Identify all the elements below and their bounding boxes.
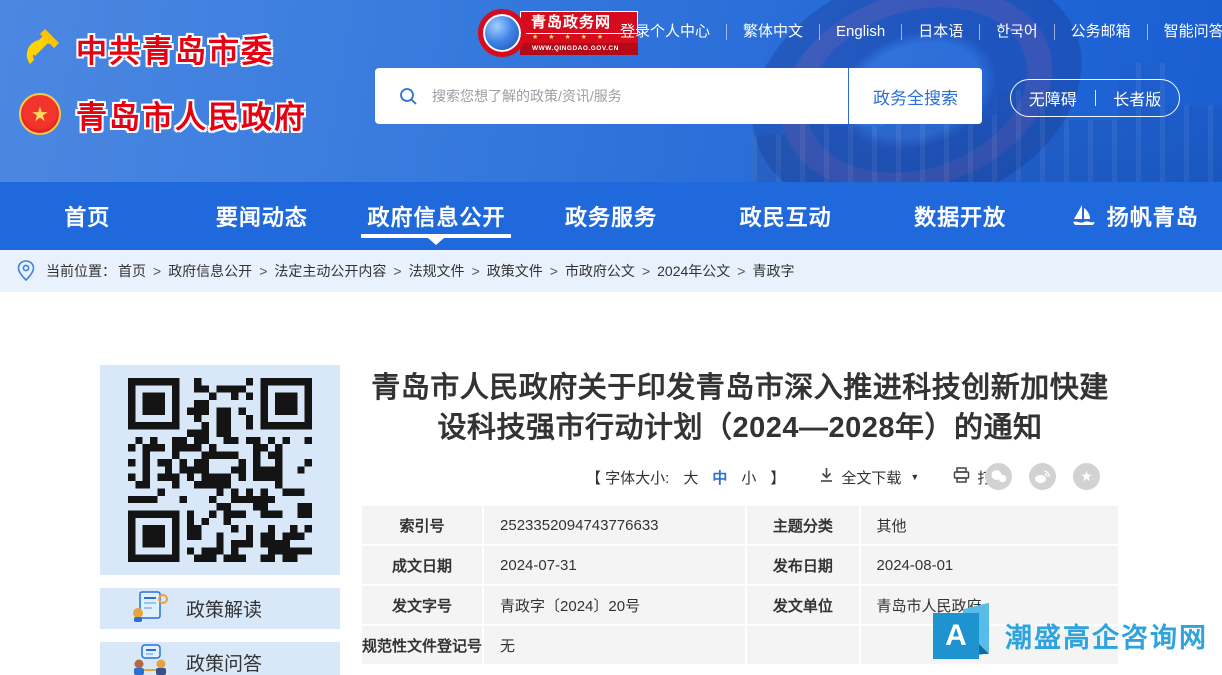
page: 中共青岛市委 ★ 青岛市人民政府 青岛政务网 ★ ★ ★ ★ ★ WWW.QIN… <box>0 0 1222 675</box>
government-row: ★ 青岛市人民政府 <box>18 88 307 140</box>
party-committee-row: 中共青岛市委 <box>18 22 307 74</box>
share-buttons: ★ <box>985 463 1100 490</box>
government-title: 青岛市人民政府 <box>76 92 307 137</box>
breadcrumb-separator: > <box>153 263 161 279</box>
nav-item-home[interactable]: 首页 <box>0 182 175 250</box>
share-wechat-icon[interactable] <box>985 463 1012 490</box>
meta-value: 2523352094743776633 <box>484 506 745 544</box>
meta-label: 成文日期 <box>362 546 482 584</box>
nav-item-public-interaction[interactable]: 政民互动 <box>698 182 873 250</box>
crumb-home[interactable]: 首页 <box>118 261 146 281</box>
font-size-control: 【 字体大小: 大 中 小 】 <box>586 467 785 488</box>
site-header: 中共青岛市委 ★ 青岛市人民政府 青岛政务网 ★ ★ ★ ★ ★ WWW.QIN… <box>0 0 1222 182</box>
meta-value: 无 <box>484 626 745 664</box>
breadcrumb-separator: > <box>737 263 745 279</box>
active-nav-underline <box>361 234 511 238</box>
crumb-regulations[interactable]: 法规文件 <box>409 261 465 281</box>
font-size-medium-button[interactable]: 中 <box>712 467 727 488</box>
policy-qa-button[interactable]: 政策问答 <box>100 642 340 675</box>
link-login-center[interactable]: 登录个人中心 <box>604 24 726 40</box>
nav-item-gov-services[interactable]: 政务服务 <box>524 182 699 250</box>
policy-interpretation-label: 政策解读 <box>186 595 262 622</box>
document-title: 青岛市人民政府关于印发青岛市深入推进科技创新加快建设科技强市行动计划（2024—… <box>360 368 1120 448</box>
accessibility-button[interactable]: 无障碍 <box>1011 86 1095 110</box>
policy-qa-label: 政策问答 <box>186 649 262 675</box>
article-toolbar: 【 字体大小: 大 中 小 】 全文下载 ▼ <box>360 462 1120 492</box>
table-row: 索引号 2523352094743776633 主题分类 其他 <box>362 506 1118 544</box>
favorite-star-icon[interactable]: ★ <box>1073 463 1100 490</box>
meta-value: 其他 <box>861 506 1118 544</box>
crumb-qingzhengzi[interactable]: 青政字 <box>752 261 794 281</box>
meta-label: 索引号 <box>362 506 482 544</box>
meta-label <box>747 626 858 664</box>
policy-interpretation-icon <box>130 589 170 629</box>
org-titles: 中共青岛市委 ★ 青岛市人民政府 <box>18 22 307 140</box>
link-korean[interactable]: 한국어 <box>979 24 1053 40</box>
breadcrumb-separator: > <box>259 263 267 279</box>
party-emblem-icon <box>18 26 62 70</box>
national-emblem-icon: ★ <box>18 92 62 136</box>
meta-label: 主题分类 <box>747 506 858 544</box>
meta-value: 青政字〔2024〕20号 <box>484 586 745 624</box>
elder-version-button[interactable]: 长者版 <box>1096 86 1180 110</box>
search-bar: 政务全搜索 <box>375 68 982 124</box>
link-smart-qa[interactable]: 智能问答 <box>1147 24 1222 40</box>
link-traditional-chinese[interactable]: 繁体中文 <box>726 24 819 40</box>
nav-item-sailing-qingdao[interactable]: 扬帆青岛 <box>1047 182 1222 250</box>
breadcrumb-separator: > <box>472 263 480 279</box>
download-icon <box>819 467 834 487</box>
main-nav: 首页 要闻动态 政府信息公开 政务服务 政民互动 数据开放 扬帆青岛 <box>0 182 1222 250</box>
nav-item-open-data[interactable]: 数据开放 <box>873 182 1048 250</box>
meta-value: 2024-08-01 <box>861 546 1118 584</box>
download-button[interactable]: 全文下载 ▼ <box>819 467 919 488</box>
location-pin-icon <box>16 259 36 283</box>
font-size-open: 【 字体大小: <box>586 467 669 488</box>
breadcrumb: 当前位置： 首页 > 政府信息公开 > 法定主动公开内容 > 法规文件 > 政策… <box>0 250 1222 292</box>
header-utility-links: 登录个人中心 繁体中文 English 日本语 한국어 公务邮箱 智能问答 <box>604 24 1222 40</box>
link-english[interactable]: English <box>819 24 901 40</box>
meta-label: 规范性文件登记号 <box>362 626 482 664</box>
meta-label: 发文单位 <box>747 586 858 624</box>
meta-label: 发布日期 <box>747 546 858 584</box>
sailboat-icon <box>1071 203 1097 229</box>
search-icon <box>399 87 418 106</box>
nav-item-gov-info-disclosure[interactable]: 政府信息公开 <box>349 182 524 250</box>
globe-icon <box>478 9 526 57</box>
link-japanese[interactable]: 日本语 <box>901 24 979 40</box>
link-official-mail[interactable]: 公务邮箱 <box>1054 24 1147 40</box>
policy-interpretation-button[interactable]: 政策解读 <box>100 588 340 629</box>
crumb-statutory-disclosure[interactable]: 法定主动公开内容 <box>274 261 386 281</box>
watermark-text: 潮盛高企咨询网 <box>1005 616 1208 655</box>
meta-label: 发文字号 <box>362 586 482 624</box>
watermark-logo-icon: A <box>933 606 991 664</box>
logo-url: WWW.QINGDAO.GOV.CN <box>520 43 638 55</box>
breadcrumb-prefix: 当前位置： <box>46 261 116 281</box>
nav-item-news[interactable]: 要闻动态 <box>175 182 350 250</box>
accessibility-pill: 无障碍 长者版 <box>1010 79 1180 117</box>
qr-code <box>100 365 340 575</box>
crumb-city-gov-documents[interactable]: 市政府公文 <box>565 261 635 281</box>
table-row: 成文日期 2024-07-31 发布日期 2024-08-01 <box>362 546 1118 584</box>
search-submit-button[interactable]: 政务全搜索 <box>848 68 982 124</box>
watermark: A 潮盛高企咨询网 <box>933 606 1208 664</box>
print-icon <box>953 467 970 487</box>
policy-qa-icon <box>130 643 170 675</box>
crumb-policy-documents[interactable]: 政策文件 <box>487 261 543 281</box>
caret-down-icon: ▼ <box>910 472 919 482</box>
crumb-gov-info[interactable]: 政府信息公开 <box>168 261 252 281</box>
breadcrumb-separator: > <box>642 263 650 279</box>
crumb-2024-documents[interactable]: 2024年公文 <box>657 261 730 281</box>
meta-value: 2024-07-31 <box>484 546 745 584</box>
share-weibo-icon[interactable] <box>1029 463 1056 490</box>
breadcrumb-separator: > <box>550 263 558 279</box>
font-size-large-button[interactable]: 大 <box>683 467 698 488</box>
breadcrumb-separator: > <box>393 263 401 279</box>
party-committee-title: 中共青岛市委 <box>76 26 274 71</box>
font-size-small-button[interactable]: 小 <box>741 467 756 488</box>
search-input[interactable] <box>432 68 848 124</box>
left-sidebar: 政策解读 政策问答 <box>100 365 340 675</box>
font-size-close: 】 <box>770 467 785 488</box>
